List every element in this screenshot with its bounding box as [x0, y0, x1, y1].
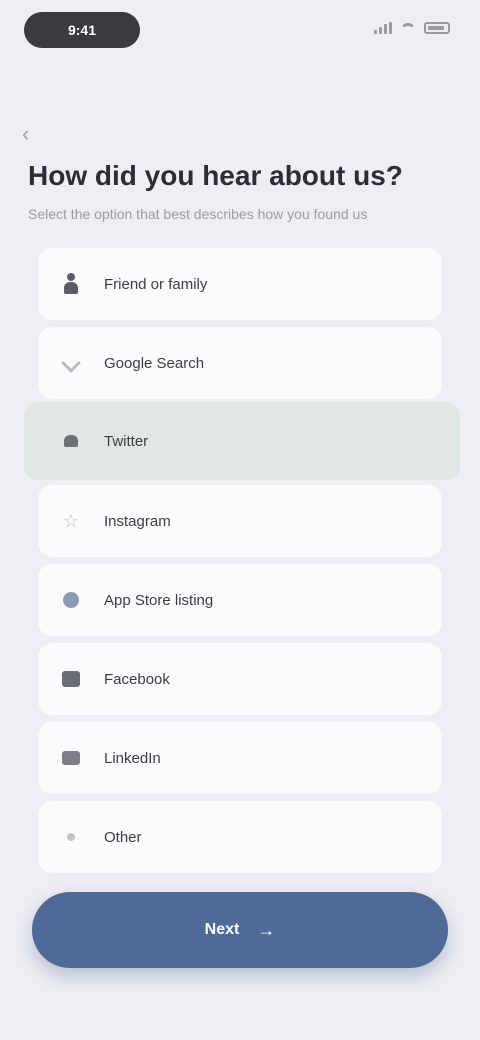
next-button[interactable]: Next →: [32, 892, 448, 968]
heart-icon: [60, 430, 82, 452]
battery-icon: [424, 22, 450, 34]
dot-icon: [60, 826, 82, 848]
back-button[interactable]: ‹: [22, 118, 62, 150]
option-label: Facebook: [104, 670, 170, 688]
option-friend-or-family[interactable]: Friend or family: [38, 248, 442, 320]
status-time: 9:41: [24, 12, 140, 48]
page-subtitle: Select the option that best describes ho…: [28, 206, 368, 222]
option-facebook[interactable]: Facebook: [38, 643, 442, 715]
status-bar: 9:41: [0, 0, 480, 64]
wifi-icon: [400, 23, 416, 33]
option-instagram[interactable]: ☆ Instagram: [38, 485, 442, 557]
option-label: Instagram: [104, 512, 171, 530]
option-app-store-listing[interactable]: App Store listing: [38, 564, 442, 636]
grid-icon: [60, 668, 82, 690]
next-button-label: Next: [204, 921, 240, 938]
star-icon: ☆: [62, 511, 80, 531]
option-other[interactable]: Other: [38, 801, 442, 873]
signal-icon: [374, 22, 392, 34]
page-title: How did you hear about us?: [28, 160, 403, 191]
status-icons: [374, 22, 450, 34]
option-label: Other: [104, 828, 142, 846]
arrow-right-icon: →: [257, 919, 276, 940]
person-icon: [60, 273, 82, 295]
option-google-search[interactable]: Google Search: [38, 327, 442, 399]
option-twitter[interactable]: Twitter: [24, 402, 460, 480]
option-label: App Store listing: [104, 591, 214, 609]
option-label: Twitter: [104, 432, 149, 450]
option-label: LinkedIn: [104, 749, 161, 767]
option-label: Friend or family: [104, 275, 208, 293]
option-label: Google Search: [104, 354, 205, 372]
globe-icon: [60, 589, 82, 611]
chevron-left-icon: ‹: [22, 121, 30, 146]
option-linkedin[interactable]: LinkedIn: [38, 722, 442, 794]
arrow-icon: [60, 352, 82, 374]
bag-icon: [60, 747, 82, 769]
